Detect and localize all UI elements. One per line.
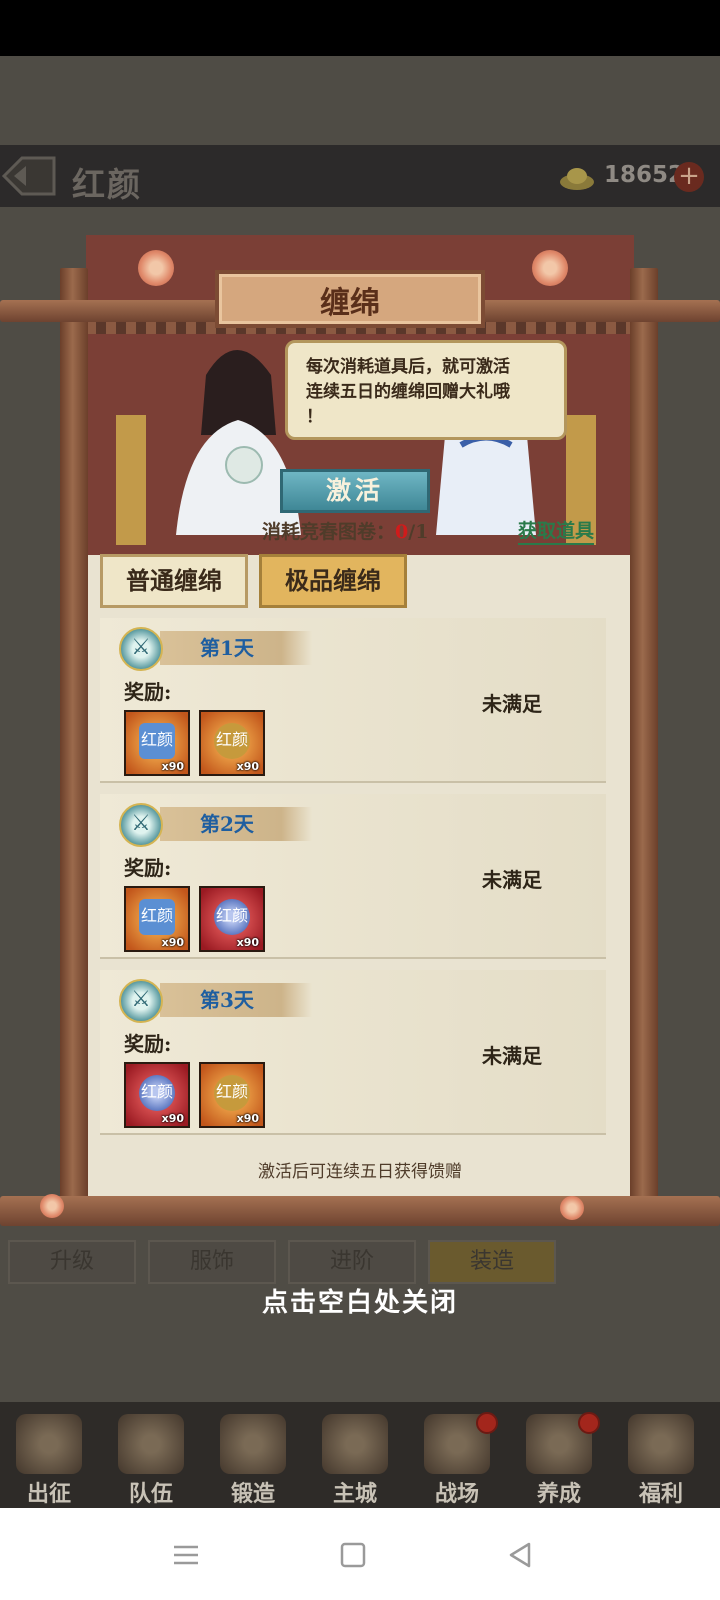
background-tab-outfit: 服饰 [148,1240,276,1284]
nav-item-battlefield[interactable]: 战场 [414,1410,500,1507]
background-tab-advance: 进阶 [288,1240,416,1284]
reward-item[interactable]: 红颜 x90 [199,886,265,952]
nav-label: 福利 [638,1481,683,1507]
get-item-link[interactable]: 获取道具 [518,516,595,545]
tab-premium-chanmian[interactable]: 极品缠绵 [259,554,407,608]
main-city-icon [322,1414,388,1474]
reward-status: 未满足 [482,1044,542,1068]
plum-blossom-icon [532,250,568,286]
nav-item-team[interactable]: 队伍 [108,1410,194,1507]
item-quantity: x90 [161,936,184,949]
add-currency-button[interactable]: + [674,162,704,192]
nav-label: 战场 [434,1481,479,1507]
frame-post-right [630,268,658,1218]
frame-post-left [60,268,88,1218]
reward-item[interactable]: 红颜 x90 [124,886,190,952]
back-button[interactable] [0,150,58,202]
home-icon[interactable] [338,1540,368,1570]
nav-label: 养成 [536,1481,581,1507]
activate-button[interactable]: 激活 [280,469,430,513]
reward-item[interactable]: 红颜 x90 [124,710,190,776]
notification-dot-icon [476,1412,498,1434]
plum-blossom-icon [138,250,174,286]
item-quantity: x90 [236,760,259,773]
day-label: 第2天 [200,812,254,836]
currency-value: 18652 [604,162,685,188]
blue-sphere-icon: 红颜 [139,1075,175,1111]
reward-item[interactable]: 红颜 x90 [199,710,265,776]
back-icon[interactable] [505,1540,535,1570]
forge-icon [220,1414,286,1474]
expedition-icon [16,1414,82,1474]
plum-blossom-icon [560,1196,584,1220]
page-title: 红颜 [72,165,142,204]
nav-item-forge[interactable]: 锻造 [210,1410,296,1507]
nav-label: 锻造 [230,1481,275,1507]
blue-gem-icon: 红颜 [139,899,175,935]
item-quantity: x90 [236,1112,259,1125]
day-reward-card: ⚔ 第3天 奖励: 未满足 红颜 x90 红颜 x90 [100,970,606,1133]
consume-requirement: 消耗竞春图卷：0/1 [262,517,428,544]
footer-note: 激活后可连续五日获得馈赠 [258,1162,462,1182]
item-quantity: x90 [161,1112,184,1125]
reward-label: 奖励: [124,856,172,880]
reward-label: 奖励: [124,680,172,704]
blue-gem-icon: 红颜 [139,723,175,759]
gold-coin-icon: 红颜 [214,1075,250,1111]
nav-label: 队伍 [128,1481,173,1507]
gold-coin-icon: 红颜 [214,723,250,759]
plum-blossom-icon [40,1194,64,1218]
consume-label-text: 消耗竞春图卷： [262,521,396,543]
consume-total-count: /1 [408,521,429,543]
reward-status: 未满足 [482,868,542,892]
crossed-swords-badge-icon: ⚔ [119,979,163,1023]
welfare-icon [628,1414,694,1474]
item-quantity: x90 [161,760,184,773]
nav-item-expedition[interactable]: 出征 [6,1410,92,1507]
status-bar [0,0,720,56]
modal-title: 缠绵 [320,286,380,321]
background-tab-upgrade: 升级 [8,1240,136,1284]
nav-label: 主城 [332,1481,377,1507]
background-tab-equip: 装造 [428,1240,556,1284]
reward-item[interactable]: 红颜 x90 [124,1062,190,1128]
speech-line: ！ [306,407,323,427]
gold-ingot-icon [559,162,595,192]
speech-line: 每次消耗道具后，就可激活 [306,357,510,377]
speech-line: 连续五日的缠绵回赠大礼哦 [306,382,510,402]
notification-dot-icon [578,1412,600,1434]
frame-bottom-beam [0,1196,720,1226]
nav-label: 出征 [26,1481,71,1507]
nav-item-cultivate[interactable]: 养成 [516,1410,602,1507]
tab-normal-chanmian[interactable]: 普通缠绵 [100,554,248,608]
back-arrow-icon [1,156,56,196]
consume-have-count: 0 [395,521,409,543]
close-hint[interactable]: 点击空白处关闭 [0,1282,720,1319]
blue-sphere-icon: 红颜 [214,899,250,935]
day-label: 第1天 [200,636,254,660]
speech-bubble: 每次消耗道具后，就可激活 连续五日的缠绵回赠大礼哦 ！ [285,340,567,440]
day-reward-card: ⚔ 第1天 奖励: 未满足 红颜 x90 红颜 x90 [100,618,606,781]
crossed-swords-badge-icon: ⚔ [119,627,163,671]
team-icon [118,1414,184,1474]
nav-item-welfare[interactable]: 福利 [618,1410,704,1507]
menu-icon[interactable] [171,1540,201,1570]
item-quantity: x90 [236,936,259,949]
reward-item[interactable]: 红颜 x90 [199,1062,265,1128]
crossed-swords-badge-icon: ⚔ [119,803,163,847]
nav-item-main-city[interactable]: 主城 [312,1410,398,1507]
day-reward-card: ⚔ 第2天 奖励: 未满足 红颜 x90 红颜 x90 [100,794,606,957]
reward-status: 未满足 [482,692,542,716]
day-label: 第3天 [200,988,254,1012]
reward-label: 奖励: [124,1032,172,1056]
